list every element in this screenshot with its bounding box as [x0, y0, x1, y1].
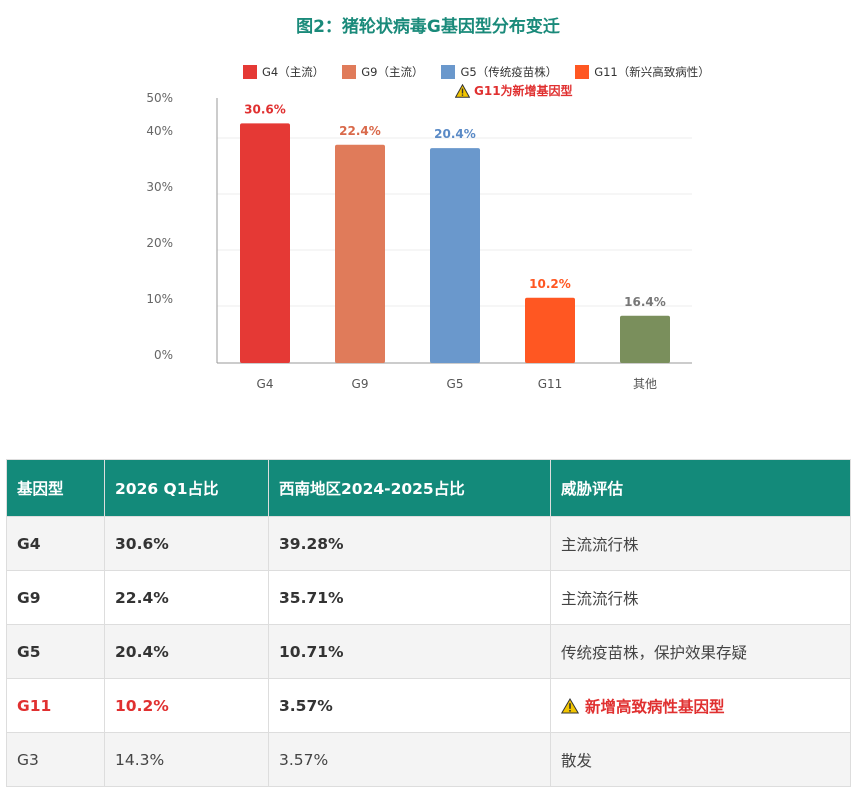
legend-item-g5[interactable]: G5（传统疫苗株） [441, 62, 557, 82]
header-southwest-share: 西南地区2024-2025占比 [268, 459, 551, 517]
data-label: 30.6% [244, 102, 286, 116]
bar-其他[interactable] [620, 315, 670, 363]
legend-swatch [342, 65, 357, 79]
chart-legend: G4（主流） G9（主流） G5（传统疫苗株） G11（新兴高致病性） [243, 62, 710, 82]
cell-southwest: 35.71% [268, 570, 551, 625]
data-label: 20.4% [434, 127, 476, 141]
cell-southwest: 3.57% [268, 678, 551, 733]
assessment-text: 新增高致病性基因型 [585, 697, 725, 716]
cell-genotype: G3 [6, 732, 105, 787]
cell-assessment: 主流流行株 [550, 516, 851, 571]
cell-q1: 14.3% [104, 732, 269, 787]
x-category-label: G4 [257, 377, 274, 391]
cell-genotype: G5 [6, 624, 105, 679]
genotype-table: 基因型 2026 Q1占比 西南地区2024-2025占比 威胁评估 G4 30… [6, 459, 851, 787]
cell-assessment: 散发 [550, 732, 851, 787]
table-row: G3 14.3% 3.57% 散发 [6, 732, 851, 787]
cell-assessment: 传统疫苗株，保护效果存疑 [550, 624, 851, 679]
x-category-label: G11 [538, 377, 563, 391]
header-q1-share: 2026 Q1占比 [104, 459, 269, 517]
bar-G11[interactable] [525, 297, 575, 363]
table-row: G4 30.6% 39.28% 主流流行株 [6, 516, 851, 571]
table-row: G11 10.2% 3.57% 新增高致病性基因型 [6, 678, 851, 733]
y-axis-ticks: 0% 10% 20% 30% 40% 50% [146, 91, 173, 362]
cell-assessment: 主流流行株 [550, 570, 851, 625]
bar-G9[interactable] [335, 144, 385, 363]
cell-assessment: 新增高致病性基因型 [550, 678, 851, 733]
legend-item-g9[interactable]: G9（主流） [342, 62, 423, 82]
legend-swatch [243, 65, 257, 79]
legend-label: G11（新兴高致病性） [594, 65, 710, 79]
table-row: G5 20.4% 10.71% 传统疫苗株，保护效果存疑 [6, 624, 851, 679]
legend-label: G9（主流） [361, 65, 424, 79]
data-label: 10.2% [529, 277, 571, 291]
cell-southwest: 10.71% [268, 624, 551, 679]
bars [240, 123, 670, 363]
legend-swatch [441, 65, 456, 79]
legend-label: G5（传统疫苗株） [460, 65, 558, 79]
y-tick-label: 30% [146, 180, 173, 194]
bar-G4[interactable] [240, 123, 290, 363]
y-tick-label: 50% [146, 91, 173, 105]
warning-icon [560, 697, 580, 713]
x-category-label: G5 [447, 377, 464, 391]
legend-swatch [575, 65, 590, 79]
data-label: 16.4% [624, 295, 666, 309]
legend-item-g4[interactable]: G4（主流） [243, 62, 324, 82]
cell-genotype: G9 [6, 570, 105, 625]
bar-G5[interactable] [430, 148, 480, 363]
cell-q1: 22.4% [104, 570, 269, 625]
header-threat-assessment: 威胁评估 [550, 459, 851, 517]
cell-q1: 10.2% [104, 678, 269, 733]
cell-q1: 20.4% [104, 624, 269, 679]
cell-southwest: 39.28% [268, 516, 551, 571]
cell-southwest: 3.57% [268, 732, 551, 787]
y-tick-label: 0% [154, 348, 173, 362]
y-tick-label: 40% [146, 124, 173, 138]
table-row: G9 22.4% 35.71% 主流流行株 [6, 570, 851, 625]
x-category-label: G9 [352, 377, 369, 391]
bar-chart: 0% 10% 20% 30% 40% 50% 30.6% 22.4% 20.4% 10.2% 16… [146, 91, 692, 391]
table-header-row: 基因型 2026 Q1占比 西南地区2024-2025占比 威胁评估 [6, 459, 851, 517]
legend-item-g11[interactable]: G11（新兴高致病性） [575, 62, 710, 82]
data-label: 22.4% [339, 124, 381, 138]
legend-label: G4（主流） [262, 65, 325, 79]
cell-genotype: G11 [6, 678, 105, 733]
chart-title: 图2：猪轮状病毒G基因型分布变迁 [296, 17, 560, 37]
header-genotype: 基因型 [6, 459, 105, 517]
cell-genotype: G4 [6, 516, 105, 571]
x-axis-categories: G4 G9 G5 G11 其他 [257, 377, 657, 391]
cell-q1: 30.6% [104, 516, 269, 571]
x-category-label: 其他 [633, 377, 657, 391]
y-tick-label: 20% [146, 236, 173, 250]
y-tick-label: 10% [146, 292, 173, 306]
